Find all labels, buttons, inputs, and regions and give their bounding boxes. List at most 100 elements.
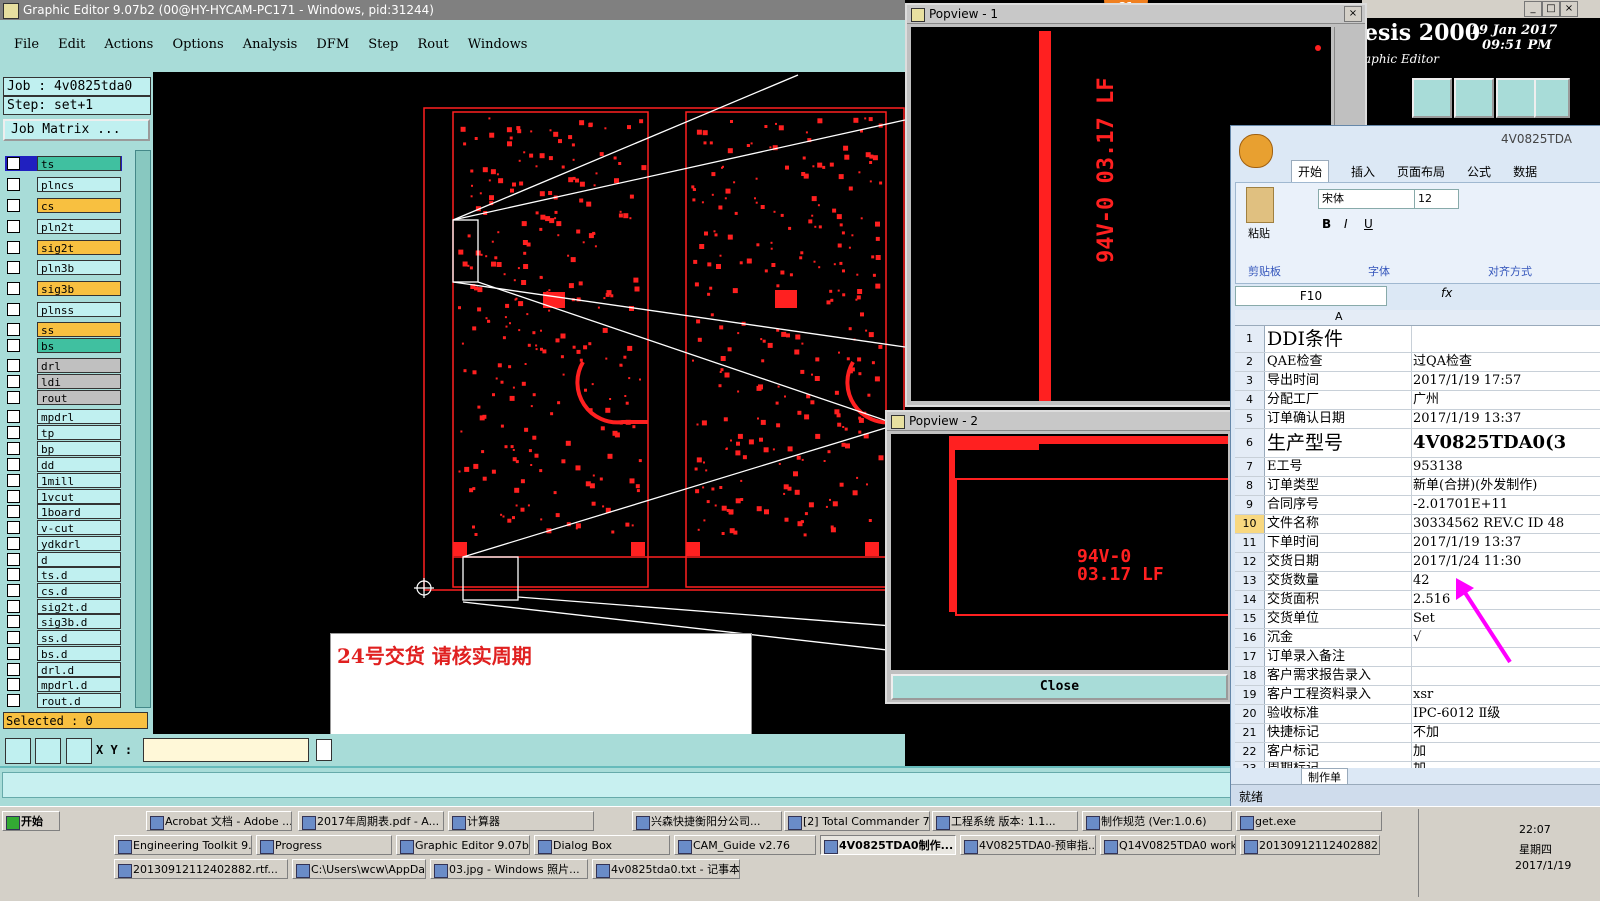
layer-scrollbar[interactable]: [135, 150, 151, 708]
layer-checkbox[interactable]: [7, 631, 20, 644]
sheet-row[interactable]: 19 客户工程资料录入 xsr: [1235, 686, 1600, 705]
cell-a[interactable]: 客户工程资料录入: [1267, 686, 1412, 704]
layer-name[interactable]: ts.d: [37, 567, 121, 582]
layer-checkbox[interactable]: [7, 303, 20, 316]
layer-checkbox[interactable]: [7, 600, 20, 613]
layer-checkbox[interactable]: [7, 178, 20, 191]
taskbar-button[interactable]: get.exe: [1236, 811, 1382, 831]
layer-checkbox[interactable]: [7, 678, 20, 691]
taskbar-button[interactable]: 03.jpg - Windows 照片...: [430, 859, 588, 879]
menu-options[interactable]: Options: [172, 37, 223, 52]
cell-a[interactable]: QAE检查: [1267, 353, 1412, 371]
cell-b[interactable]: 加: [1413, 743, 1600, 761]
cell-a[interactable]: 生产型号: [1267, 429, 1412, 457]
cell-a[interactable]: 导出时间: [1267, 372, 1412, 390]
cell-a[interactable]: 订单录入备注: [1267, 648, 1412, 666]
layer-row[interactable]: ydkdrl: [5, 536, 122, 551]
layer-name[interactable]: plnss: [37, 302, 121, 317]
layer-row[interactable]: drl.d: [5, 662, 122, 677]
layer-row[interactable]: rout.d: [5, 693, 122, 708]
taskbar-button[interactable]: Engineering Toolkit 9....: [114, 835, 252, 855]
popview-1-title-bar[interactable]: Popview - 1 ×: [907, 5, 1365, 24]
row-number[interactable]: 5: [1235, 410, 1265, 428]
layer-name[interactable]: ss.d: [37, 630, 121, 645]
layer-name[interactable]: 1vcut: [37, 489, 121, 504]
layer-row[interactable]: cs: [5, 198, 122, 213]
cell-b[interactable]: 2017/1/24 11:30: [1413, 553, 1600, 571]
menu-dfm[interactable]: DFM: [316, 37, 349, 52]
start-button[interactable]: 开始: [2, 811, 60, 831]
row-number[interactable]: 7: [1235, 458, 1265, 476]
sheet-row[interactable]: 5 订单确认日期 2017/1/19 13:37: [1235, 410, 1600, 429]
layer-row[interactable]: sig3b.d: [5, 614, 122, 629]
job-matrix-button[interactable]: Job Matrix ...: [3, 119, 150, 141]
layer-row[interactable]: bs: [5, 338, 122, 353]
layer-name[interactable]: ldi: [37, 374, 121, 389]
layer-row[interactable]: mpdrl: [5, 409, 122, 424]
sheet-row[interactable]: 4 分配工厂 广州: [1235, 391, 1600, 410]
sheet-row[interactable]: 10 文件名称 30334562 REV.C ID 48: [1235, 515, 1600, 534]
taskbar-button[interactable]: 4V0825TDA0制作...: [820, 835, 956, 855]
cell-a[interactable]: 订单确认日期: [1267, 410, 1412, 428]
layer-row[interactable]: v-cut: [5, 520, 122, 535]
popview-2-title-bar[interactable]: Popview - 2: [887, 412, 1232, 431]
layer-row[interactable]: drl: [5, 358, 122, 373]
layer-name[interactable]: mpdrl: [37, 409, 121, 424]
sheet-row[interactable]: 11 下单时间 2017/1/19 13:37: [1235, 534, 1600, 553]
layer-checkbox[interactable]: [7, 490, 20, 503]
layer-checkbox[interactable]: [7, 537, 20, 550]
layer-name[interactable]: ts: [37, 156, 121, 171]
sheet-row[interactable]: 22 客户标记加: [1235, 743, 1600, 762]
cell-a[interactable]: 订单类型: [1267, 477, 1412, 495]
cell-b[interactable]: 2017/1/19 17:57: [1413, 372, 1600, 390]
row-number[interactable]: 10: [1235, 515, 1265, 533]
layer-checkbox[interactable]: [7, 647, 20, 660]
sheet-row[interactable]: 3 导出时间 2017/1/19 17:57: [1235, 372, 1600, 391]
layer-row[interactable]: ss: [5, 322, 122, 337]
paste-icon[interactable]: [1246, 187, 1274, 223]
taskbar-button[interactable]: 20130912112402882...: [1240, 835, 1380, 855]
layer-name[interactable]: ss: [37, 322, 121, 337]
layer-checkbox[interactable]: [7, 442, 20, 455]
cell-a[interactable]: 验收标准: [1267, 705, 1412, 723]
cell-a[interactable]: 客户标记: [1267, 743, 1412, 761]
taskbar-button[interactable]: Acrobat 文档 - Adobe ...: [146, 811, 292, 831]
sheet-row[interactable]: 12 交货日期 2017/1/24 11:30: [1235, 553, 1600, 572]
taskbar-button[interactable]: Dialog Box: [534, 835, 670, 855]
popview-2-close-button[interactable]: Close: [891, 674, 1228, 700]
layer-row[interactable]: cs.d: [5, 583, 122, 598]
taskbar-button[interactable]: Q14V0825TDA0 work...: [1100, 835, 1236, 855]
column-a-header[interactable]: A: [1335, 310, 1343, 323]
cell-a[interactable]: 下单时间: [1267, 534, 1412, 552]
layer-checkbox[interactable]: [7, 391, 20, 404]
layer-name[interactable]: drl: [37, 358, 121, 373]
cell-a[interactable]: 文件名称: [1267, 515, 1412, 533]
bold-icon[interactable]: B: [1322, 217, 1331, 231]
layer-checkbox[interactable]: [7, 521, 20, 534]
sheet-row[interactable]: 15 交货单位 Set: [1235, 610, 1600, 629]
layer-name[interactable]: rout.d: [37, 693, 121, 708]
taskbar-button[interactable]: 工程系统 版本: 1.1...: [932, 811, 1078, 831]
menu-step[interactable]: Step: [368, 37, 398, 52]
house-icon[interactable]: [1496, 78, 1536, 118]
layer-checkbox[interactable]: [7, 458, 20, 471]
layer-checkbox[interactable]: [7, 584, 20, 597]
layer-name[interactable]: bs.d: [37, 646, 121, 661]
layer-row[interactable]: pln2t: [5, 219, 122, 234]
menu-edit[interactable]: Edit: [58, 37, 85, 52]
layout-icon[interactable]: [1534, 78, 1570, 118]
cell-a[interactable]: 交货日期: [1267, 553, 1412, 571]
cell-b[interactable]: 2017/1/19 13:37: [1413, 410, 1600, 428]
row-number[interactable]: 8: [1235, 477, 1265, 495]
layer-checkbox[interactable]: [7, 220, 20, 233]
layer-row[interactable]: pln3b: [5, 260, 122, 275]
layer-row[interactable]: rout: [5, 390, 122, 405]
cell-b[interactable]: xsr: [1413, 686, 1600, 704]
layer-name[interactable]: cs.d: [37, 583, 121, 598]
cell-b[interactable]: IPC-6012 Ⅱ级: [1413, 705, 1600, 723]
cell-b[interactable]: 30334562 REV.C ID 48: [1413, 515, 1600, 533]
layer-checkbox[interactable]: [7, 241, 20, 254]
name-box[interactable]: F10: [1235, 286, 1387, 306]
row-number[interactable]: 17: [1235, 648, 1265, 666]
row-number[interactable]: 2: [1235, 353, 1265, 371]
